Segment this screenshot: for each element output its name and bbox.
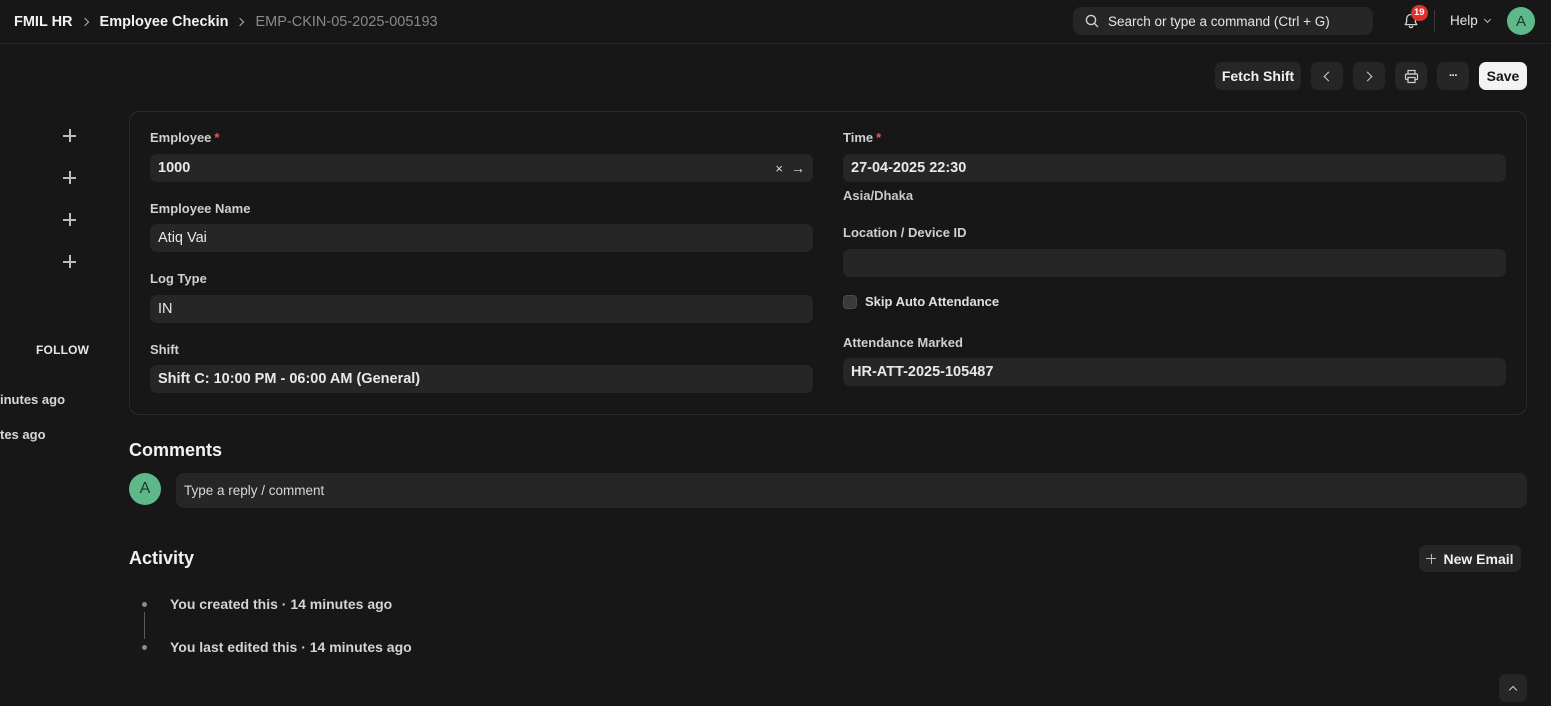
shift-label: Shift — [150, 342, 179, 357]
time-label: Time * — [843, 130, 881, 145]
time-label-text: Time — [843, 130, 874, 145]
notification-badge: 19 — [1411, 5, 1428, 21]
skip-auto-attendance-checkbox[interactable] — [843, 294, 857, 309]
attendance-marked-field[interactable]: HR-ATT-2025-105487 — [843, 358, 1506, 386]
sidebar-modified-time: inutes ago — [0, 392, 66, 407]
employee-label: Employee * — [150, 130, 219, 145]
employee-field[interactable]: 1000 × → — [150, 154, 813, 182]
fetch-shift-button[interactable]: Fetch Shift — [1215, 62, 1301, 90]
comment-placeholder: Type a reply / comment — [184, 483, 325, 498]
chevron-up-icon — [1508, 685, 1518, 694]
chevron-right-icon — [80, 17, 89, 27]
navbar-divider — [1434, 10, 1435, 32]
timeline-dot — [142, 645, 147, 650]
new-email-button[interactable]: New Email — [1419, 545, 1521, 572]
next-document-button[interactable] — [1353, 62, 1385, 90]
shift-value: Shift C: 10:00 PM - 06:00 AM (General) — [158, 371, 421, 387]
log-type-label: Log Type — [150, 271, 207, 286]
user-avatar[interactable]: A — [1507, 7, 1535, 35]
scroll-to-top-button[interactable] — [1499, 674, 1527, 702]
location-field[interactable] — [843, 249, 1506, 277]
timeline-line — [144, 612, 145, 639]
timeline-dot — [142, 602, 147, 607]
breadcrumb-doctype[interactable]: Employee Checkin — [100, 14, 229, 30]
search-placeholder: Search or type a command (Ctrl + G) — [1108, 13, 1330, 29]
activity-title: Activity — [129, 548, 195, 568]
follow-button[interactable]: FOLLOW — [36, 343, 89, 357]
add-share-icon[interactable] — [62, 254, 78, 270]
employee-field-actions: × → — [775, 154, 805, 182]
skip-auto-attendance-label: Skip Auto Attendance — [865, 294, 1000, 309]
printer-icon — [1404, 69, 1418, 83]
required-mark: * — [876, 130, 882, 145]
more-actions-button[interactable]: ··· — [1437, 62, 1469, 90]
chevron-right-icon — [236, 17, 245, 27]
location-label: Location / Device ID — [843, 225, 967, 240]
chevron-right-icon — [1362, 71, 1373, 81]
help-label: Help — [1450, 13, 1478, 28]
new-email-label: New Email — [1443, 550, 1514, 567]
print-button[interactable] — [1395, 62, 1427, 90]
log-type-value: IN — [158, 301, 173, 317]
previous-document-button[interactable] — [1311, 62, 1343, 90]
chevron-left-icon — [1323, 71, 1334, 81]
comments-title: Comments — [129, 440, 223, 460]
employee-name-label: Employee Name — [150, 201, 251, 216]
sidebar-created-time: tes ago — [0, 427, 46, 442]
search-bar[interactable]: Search or type a command (Ctrl + G) — [1073, 7, 1373, 35]
time-field[interactable]: 27-04-2025 22:30 — [843, 154, 1506, 182]
attendance-marked-label: Attendance Marked — [843, 335, 963, 350]
add-assign-icon[interactable] — [62, 128, 78, 144]
breadcrumb-document: EMP-CKIN-05-2025-005193 — [255, 14, 438, 30]
employee-value: 1000 — [158, 160, 191, 176]
required-mark: * — [214, 130, 220, 145]
add-attachment-icon[interactable] — [62, 170, 78, 186]
time-value: 27-04-2025 22:30 — [851, 160, 967, 176]
search-icon — [1085, 14, 1099, 28]
plus-icon — [1426, 553, 1437, 564]
activity-item-edited: You last edited this · 14 minutes ago — [170, 639, 412, 655]
breadcrumb: FMIL HR Employee Checkin EMP-CKIN-05-202… — [14, 12, 438, 32]
chevron-down-icon — [1483, 15, 1491, 23]
navbar: FMIL HR Employee Checkin EMP-CKIN-05-202… — [0, 0, 1551, 44]
timezone-label: Asia/Dhaka — [843, 188, 914, 203]
clear-icon[interactable]: × — [775, 161, 783, 176]
log-type-field[interactable]: IN — [150, 295, 813, 323]
save-button[interactable]: Save — [1479, 62, 1527, 90]
add-tag-icon[interactable] — [62, 212, 78, 228]
comment-input[interactable]: Type a reply / comment — [176, 473, 1527, 508]
attendance-marked-value: HR-ATT-2025-105487 — [851, 364, 994, 380]
breadcrumb-app[interactable]: FMIL HR — [14, 14, 73, 30]
skip-auto-attendance-row[interactable]: Skip Auto Attendance — [843, 294, 999, 309]
help-dropdown[interactable]: Help — [1450, 13, 1491, 28]
employee-name-field: Atiq Vai — [150, 224, 813, 252]
employee-name-value: Atiq Vai — [158, 230, 207, 246]
arrow-right-icon[interactable]: → — [791, 160, 805, 176]
employee-label-text: Employee — [150, 130, 212, 145]
activity-item-created: You created this · 14 minutes ago — [170, 596, 393, 612]
shift-field[interactable]: Shift C: 10:00 PM - 06:00 AM (General) — [150, 365, 813, 393]
ellipsis-icon: ··· — [1449, 70, 1458, 82]
comment-avatar: A — [129, 473, 161, 505]
